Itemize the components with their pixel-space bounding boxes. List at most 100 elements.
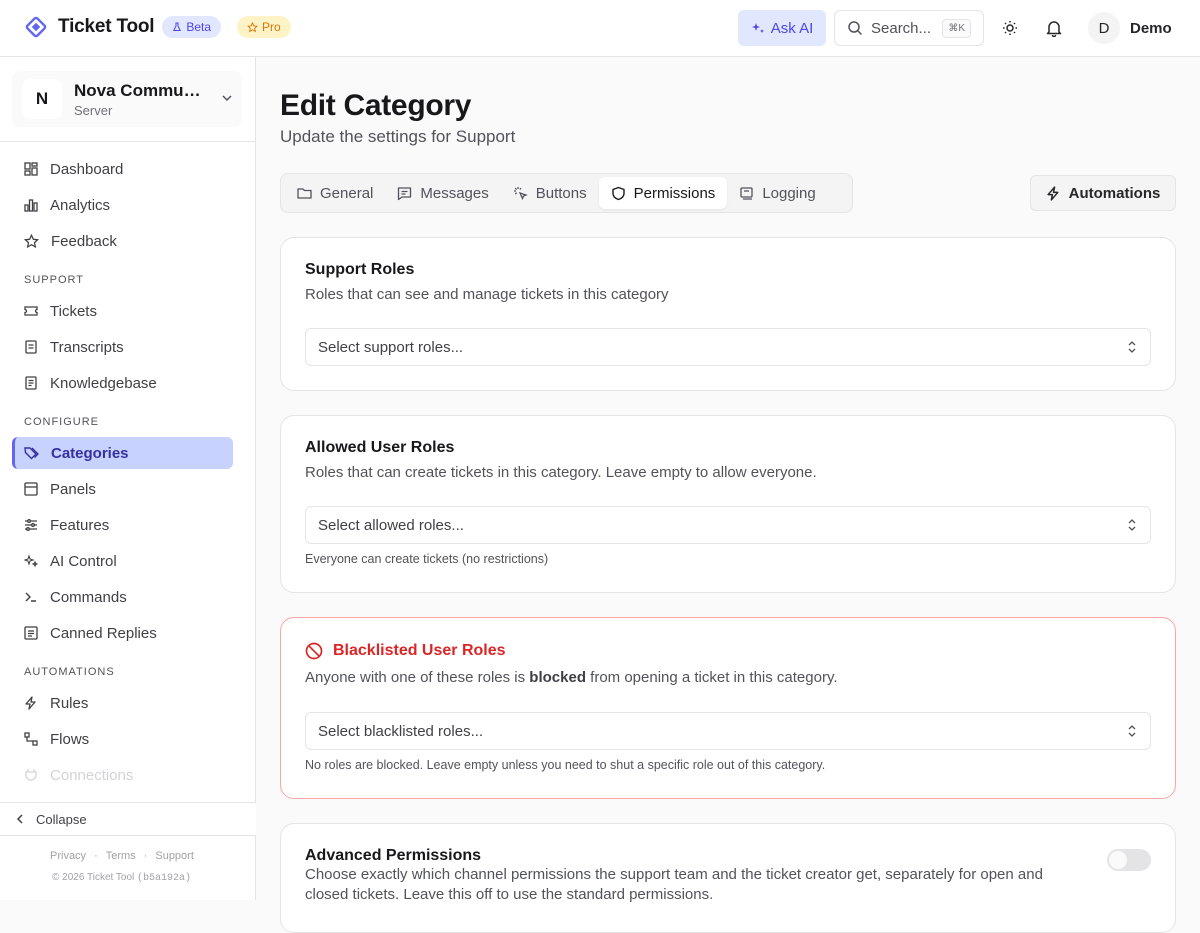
support-roles-card: Support Roles Roles that can see and man… (280, 237, 1176, 391)
terms-link[interactable]: Terms (106, 850, 136, 862)
shortcut-badge: ⌘K (942, 19, 971, 38)
sidebar-item-canned-replies[interactable]: Canned Replies (12, 617, 233, 649)
support-roles-select[interactable]: Select support roles... (305, 328, 1151, 366)
sidebar-item-commands[interactable]: Commands (12, 581, 233, 613)
sidebar-divider (0, 141, 256, 142)
flask-icon (173, 22, 182, 31)
nav-section-automations: AUTOMATIONS (24, 666, 115, 678)
nav-section-configure: CONFIGURE (24, 416, 99, 428)
notifications-button[interactable] (1040, 14, 1068, 42)
plug-icon (25, 769, 37, 781)
list-icon (24, 626, 38, 640)
automations-button[interactable]: Automations (1030, 175, 1176, 211)
search-input[interactable]: Search... ⌘K (834, 10, 984, 46)
sidebar-item-categories[interactable]: Categories (12, 437, 233, 469)
allowed-roles-card: Allowed User Roles Roles that can create… (280, 415, 1176, 593)
allowed-roles-select[interactable]: Select allowed roles... (305, 506, 1151, 544)
ask-ai-button[interactable]: Ask AI (738, 10, 826, 46)
star-icon (247, 21, 259, 32)
separator: · (94, 850, 98, 862)
chevron-left-icon (16, 814, 23, 824)
server-switcher[interactable]: N Nova Community Server (12, 71, 242, 127)
terminal-icon (25, 592, 36, 602)
sidebar-item-flows[interactable]: Flows (12, 723, 233, 755)
card-description: Choose exactly which channel permissions… (305, 866, 1043, 903)
support-link[interactable]: Support (155, 850, 194, 862)
shield-icon (611, 186, 625, 200)
chevrons-up-down-icon (1126, 340, 1138, 358)
card-description: Roles that can create tickets in this ca… (305, 464, 817, 481)
server-type: Server (74, 102, 113, 118)
sidebar-nav: Dashboard Analytics Feedback SUPPORT Tic… (12, 153, 233, 795)
bell-icon (1046, 21, 1062, 37)
sidebar-item-features[interactable]: Features (12, 509, 233, 541)
card-title: Advanced Permissions (305, 847, 482, 864)
dashboard-icon (24, 162, 38, 176)
copyright: © 2026 Ticket Tool (b5a192a) (52, 872, 192, 884)
tab-messages[interactable]: Messages (385, 177, 500, 209)
footer-links: Privacy · Terms · Support (50, 850, 194, 862)
workflow-icon (24, 732, 38, 746)
zap-icon (1047, 185, 1059, 201)
zap-icon (25, 696, 36, 710)
book-icon (25, 376, 37, 390)
blacklisted-roles-select[interactable]: Select blacklisted roles... (305, 712, 1151, 750)
sidebar-item-rules[interactable]: Rules (12, 687, 233, 719)
tab-bar: General Messages Buttons Permissions Log… (280, 173, 853, 213)
server-name: Nova Community (74, 80, 209, 100)
search-icon (848, 21, 863, 36)
advanced-permissions-toggle[interactable] (1107, 849, 1151, 871)
brand-name: Ticket Tool (58, 16, 155, 37)
ticket-logo-icon (24, 15, 48, 39)
sidebar-item-feedback[interactable]: Feedback (12, 225, 233, 257)
card-description: Anyone with one of these roles is blocke… (305, 669, 838, 686)
tab-logging[interactable]: Logging (727, 177, 827, 209)
sparkles-icon (751, 23, 764, 33)
tab-permissions[interactable]: Permissions (598, 177, 728, 209)
bar-chart-icon (24, 199, 38, 212)
card-title: Support Roles (305, 261, 415, 278)
ban-icon (305, 642, 323, 660)
tab-buttons[interactable]: Buttons (501, 177, 599, 209)
message-icon (398, 186, 412, 200)
toggle-knob (1109, 851, 1127, 869)
chevron-down-icon (220, 91, 234, 110)
user-menu[interactable]: D Demo (1088, 12, 1172, 44)
sidebar-item-dashboard[interactable]: Dashboard (12, 153, 233, 185)
card-title: Allowed User Roles (305, 439, 455, 456)
sidebar-item-panels[interactable]: Panels (12, 473, 233, 505)
panel-icon (24, 482, 38, 496)
sidebar-item-knowledgebase[interactable]: Knowledgebase (12, 367, 233, 399)
collapse-button[interactable]: Collapse (0, 802, 256, 836)
sidebar-item-ai-control[interactable]: AI Control (12, 545, 233, 577)
user-name: Demo (1130, 19, 1172, 37)
sidebar: N Nova Community Server Dashboard Analyt… (0, 57, 256, 900)
tags-icon (24, 446, 39, 459)
page-title: Edit Category (280, 89, 472, 122)
sliders-icon (25, 519, 37, 531)
pointer-click-icon (513, 186, 528, 200)
build-hash: (b5a192a) (137, 873, 192, 884)
top-bar: Ticket Tool Beta Pro Ask AI Search... ⌘K… (0, 0, 1200, 57)
chevrons-up-down-icon (1126, 518, 1138, 536)
field-hint: Everyone can create tickets (no restrict… (305, 552, 549, 566)
sidebar-item-transcripts[interactable]: Transcripts (12, 331, 233, 363)
blacklisted-roles-card: Blacklisted User Roles Anyone with one o… (280, 617, 1176, 799)
notebook-icon (740, 186, 753, 200)
beta-badge: Beta (162, 16, 222, 38)
file-text-icon (25, 340, 37, 354)
star-icon (24, 233, 39, 248)
privacy-link[interactable]: Privacy (50, 850, 86, 862)
sidebar-item-connections[interactable]: Connections (12, 759, 233, 791)
brand[interactable]: Ticket Tool Beta Pro (24, 15, 291, 39)
field-hint: No roles are blocked. Leave empty unless… (305, 758, 826, 772)
sidebar-item-tickets[interactable]: Tickets (12, 295, 233, 327)
folder-icon (297, 187, 312, 199)
card-title: Blacklisted User Roles (305, 642, 506, 660)
sidebar-item-analytics[interactable]: Analytics (12, 189, 233, 221)
advanced-permissions-card: Advanced Permissions Choose exactly whic… (280, 823, 1176, 933)
theme-toggle-button[interactable] (996, 14, 1024, 42)
tab-general[interactable]: General (285, 177, 385, 209)
sun-icon (1003, 21, 1017, 35)
page-subtitle: Update the settings for Support (280, 127, 516, 146)
